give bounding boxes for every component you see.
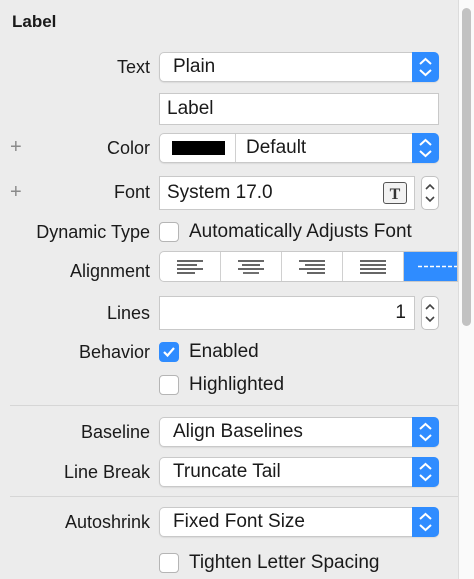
align-right-icon <box>299 260 325 274</box>
baseline-label: Baseline <box>80 422 150 442</box>
attributes-inspector: Label Text Plain Label + Color Default +… <box>0 0 458 579</box>
color-swatch <box>172 141 225 155</box>
section-title: Label <box>12 12 57 31</box>
lines-stepper[interactable] <box>421 296 439 330</box>
align-center-icon <box>238 260 264 274</box>
highlighted-checkbox-label: Highlighted <box>189 374 285 395</box>
align-left-segment[interactable] <box>160 252 221 281</box>
baseline-popup[interactable]: Align Baselines <box>159 417 439 447</box>
add-font-variation-icon[interactable]: + <box>10 182 22 202</box>
tighten-letter-spacing-label: Tighten Letter Spacing <box>189 552 380 573</box>
enabled-checkbox-label: Enabled <box>189 341 259 362</box>
line-break-value: Truncate Tail <box>173 461 281 482</box>
color-label: Color <box>106 138 150 158</box>
alignment-segmented-control[interactable] <box>159 251 458 282</box>
font-size-stepper[interactable] <box>421 176 439 210</box>
color-swatch-well[interactable] <box>160 134 236 162</box>
text-label: Text <box>116 57 150 77</box>
checkmark-icon <box>163 347 175 358</box>
dynamic-type-label: Dynamic Type <box>36 222 150 242</box>
align-justified-icon <box>360 260 386 274</box>
color-value: Default <box>246 137 307 158</box>
lines-label: Lines <box>106 303 150 323</box>
line-break-popup[interactable]: Truncate Tail <box>159 457 439 487</box>
popup-arrows-icon <box>412 52 439 82</box>
lines-field[interactable]: 1 <box>159 296 415 330</box>
alignment-label: Alignment <box>69 261 150 281</box>
label-text-value: Label <box>167 98 214 119</box>
tighten-letter-spacing-checkbox[interactable] <box>159 553 179 573</box>
highlighted-checkbox[interactable] <box>159 375 179 395</box>
separator <box>10 405 458 406</box>
align-center-segment[interactable] <box>221 252 282 281</box>
font-field[interactable]: System 17.0 T <box>159 176 415 210</box>
popup-arrows-icon <box>412 457 439 487</box>
align-right-segment[interactable] <box>282 252 343 281</box>
enabled-checkbox[interactable] <box>159 342 179 362</box>
popup-arrows-icon <box>412 417 439 447</box>
svg-text:T: T <box>390 186 401 203</box>
autoshrink-label: Autoshrink <box>64 512 150 532</box>
dynamic-type-checkbox[interactable] <box>159 222 179 242</box>
add-color-variation-icon[interactable]: + <box>10 137 22 157</box>
text-type-value: Plain <box>173 56 216 77</box>
lines-value: 1 <box>395 302 406 323</box>
dynamic-type-checkbox-label: Automatically Adjusts Font <box>189 221 412 242</box>
font-label: Font <box>113 182 150 202</box>
color-popup[interactable]: Default <box>159 133 439 163</box>
text-type-popup[interactable]: Plain <box>159 52 439 82</box>
behavior-label: Behavior <box>78 342 150 362</box>
autoshrink-popup[interactable]: Fixed Font Size <box>159 507 439 537</box>
label-text-field[interactable]: Label <box>159 93 439 125</box>
autoshrink-value: Fixed Font Size <box>173 511 305 532</box>
align-left-icon <box>177 260 203 274</box>
align-justified-segment[interactable] <box>343 252 404 281</box>
separator <box>10 496 458 497</box>
align-natural-segment[interactable] <box>404 252 457 281</box>
font-picker-icon[interactable]: T <box>383 182 407 204</box>
line-break-label: Line Break <box>63 462 150 482</box>
popup-arrows-icon <box>412 507 439 537</box>
align-natural-icon <box>418 265 457 268</box>
baseline-value: Align Baselines <box>173 421 303 442</box>
scrollbar-thumb[interactable] <box>462 8 471 326</box>
font-value: System 17.0 <box>167 182 273 203</box>
popup-arrows-icon <box>412 133 439 163</box>
